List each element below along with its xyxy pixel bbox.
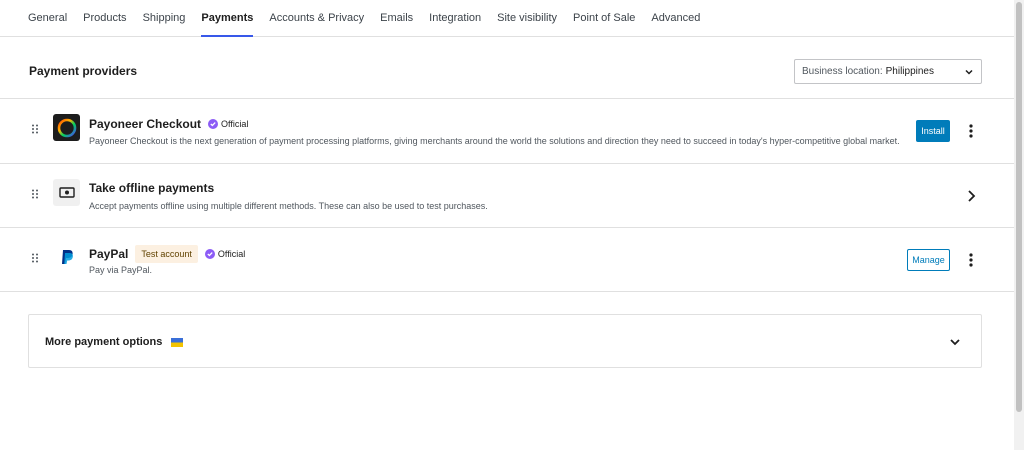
- page-scrollbar[interactable]: [1014, 0, 1024, 450]
- business-location-label: Business location:: [802, 66, 883, 77]
- provider-row-offline: Take offline payments Accept payments of…: [0, 164, 1014, 228]
- provider-name: Take offline payments: [89, 181, 214, 195]
- provider-row-payoneer: Payoneer Checkout Official Payoneer Chec…: [0, 99, 1014, 164]
- tab-general[interactable]: General: [28, 0, 67, 36]
- scrollbar-thumb[interactable]: [1016, 2, 1022, 412]
- more-payment-options-title: More payment options: [45, 336, 184, 348]
- more-payment-options-label: More payment options: [45, 336, 163, 348]
- cash-icon: [53, 179, 80, 206]
- paypal-logo-icon: [53, 243, 80, 270]
- payoneer-logo-icon: [53, 114, 80, 141]
- provider-description: Pay via PayPal.: [89, 265, 153, 275]
- tab-shipping[interactable]: Shipping: [143, 0, 186, 36]
- tab-site-visibility[interactable]: Site visibility: [497, 0, 557, 36]
- official-check-icon: [204, 249, 215, 259]
- drag-handle-icon[interactable]: [31, 189, 39, 199]
- provider-name: Payoneer Checkout Official: [89, 117, 248, 131]
- chevron-down-icon: [965, 69, 973, 75]
- tab-emails[interactable]: Emails: [380, 0, 413, 36]
- drag-handle-icon[interactable]: [31, 124, 39, 134]
- tab-payments[interactable]: Payments: [201, 0, 253, 37]
- tab-accounts-privacy[interactable]: Accounts & Privacy: [269, 0, 364, 36]
- page-title: Payment providers: [29, 64, 138, 78]
- tab-advanced[interactable]: Advanced: [651, 0, 700, 36]
- settings-tabs: General Products Shipping Payments Accou…: [0, 0, 1014, 37]
- provider-name-text: Payoneer Checkout: [89, 117, 202, 131]
- official-badge: Official: [204, 249, 246, 259]
- provider-name: PayPal Test account Official: [89, 245, 245, 263]
- tab-products[interactable]: Products: [83, 0, 126, 36]
- tab-integration[interactable]: Integration: [429, 0, 481, 36]
- ukraine-flag-icon: [171, 337, 184, 347]
- official-check-icon: [208, 119, 219, 129]
- provider-description: Accept payments offline using multiple d…: [89, 201, 488, 211]
- chevron-down-icon[interactable]: [949, 336, 961, 348]
- chevron-right-icon[interactable]: [965, 189, 977, 203]
- official-label: Official: [217, 249, 246, 259]
- provider-name-text: PayPal: [89, 247, 129, 261]
- install-button[interactable]: Install: [916, 120, 950, 142]
- business-location-value: Philippines: [885, 66, 934, 77]
- more-actions-icon[interactable]: [965, 252, 977, 268]
- drag-handle-icon[interactable]: [31, 253, 39, 263]
- test-account-badge: Test account: [135, 245, 198, 263]
- provider-description: Payoneer Checkout is the next generation…: [89, 136, 900, 146]
- provider-name-text: Take offline payments: [89, 181, 215, 195]
- official-label: Official: [221, 119, 249, 129]
- more-actions-icon[interactable]: [965, 123, 977, 139]
- manage-button[interactable]: Manage: [907, 249, 950, 271]
- provider-row-paypal: PayPal Test account Official Pay via Pay…: [0, 228, 1014, 292]
- more-payment-options-card[interactable]: More payment options: [28, 314, 982, 368]
- payment-providers-header: Payment providers Business location: Phi…: [0, 37, 1014, 99]
- tab-point-of-sale[interactable]: Point of Sale: [573, 0, 635, 36]
- business-location-select[interactable]: Business location: Philippines: [794, 59, 982, 84]
- official-badge: Official: [208, 119, 248, 129]
